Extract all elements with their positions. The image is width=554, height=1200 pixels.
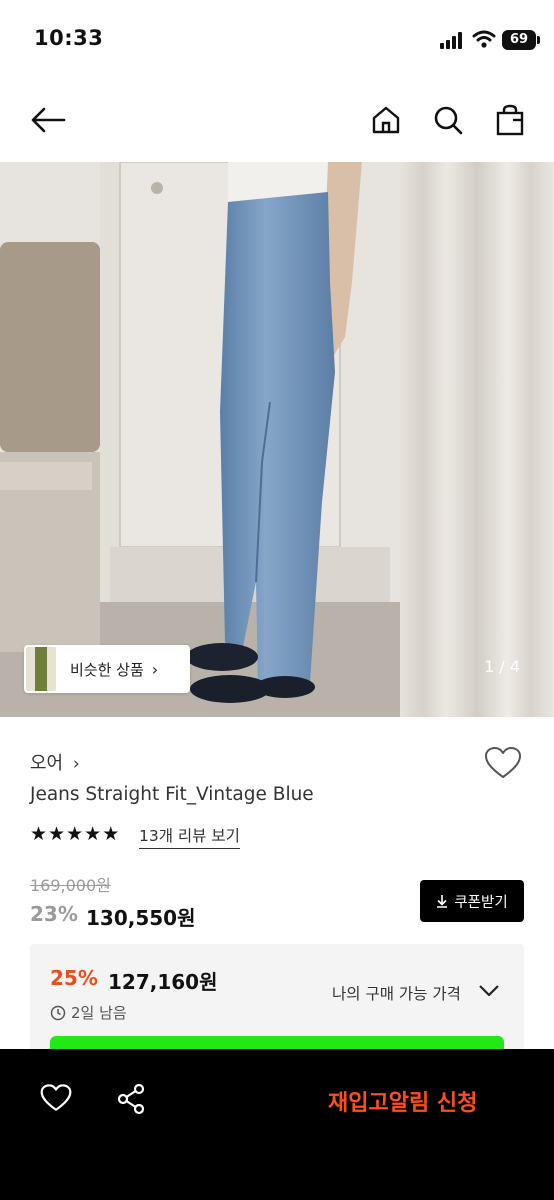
wifi-icon <box>472 30 496 48</box>
review-link[interactable]: 13개 리뷰 보기 <box>139 824 240 849</box>
download-icon <box>437 895 448 908</box>
star-icon: ★ <box>102 823 120 845</box>
discount-rate: 23% <box>30 902 78 926</box>
best-discount-rate: 25% <box>50 966 98 990</box>
bottom-action-bar: 재입고알림 신청 <box>0 1049 554 1200</box>
product-photo <box>0 162 554 717</box>
star-icon: ★ <box>66 823 84 845</box>
status-bar: 10:33 69 <box>0 0 554 80</box>
cart-button[interactable] <box>490 100 530 140</box>
status-time: 10:33 <box>34 26 104 50</box>
clock-icon <box>50 1005 66 1020</box>
product-name: Jeans Straight Fit_Vintage Blue <box>30 784 314 805</box>
time-left-label: 2일 남음 <box>71 1004 127 1022</box>
coupon-button[interactable]: 쿠폰받기 <box>420 880 524 922</box>
search-button[interactable] <box>428 100 468 140</box>
rating-stars: ★ ★ ★ ★ ★ <box>30 823 119 845</box>
battery-indicator: 69 <box>502 30 540 50</box>
chevron-right-icon: › <box>72 754 80 774</box>
brand-link[interactable]: 오어 › <box>30 749 80 775</box>
share-icon[interactable] <box>116 1083 148 1115</box>
star-icon: ★ <box>48 823 66 845</box>
top-nav <box>0 80 554 162</box>
back-button[interactable] <box>28 100 68 140</box>
coupon-button-label: 쿠폰받기 <box>454 894 508 911</box>
chevron-right-icon: › <box>151 659 159 679</box>
wishlist-heart-icon[interactable] <box>40 1083 72 1113</box>
sale-price: 130,550원 <box>86 906 196 930</box>
chevron-down-icon[interactable] <box>478 982 500 998</box>
signal-icon <box>440 31 464 49</box>
brand-name: 오어 <box>30 753 64 774</box>
product-detail-screen: 10:33 69 비슷한 상품 › 1 / 4 오어 › Jeans Strai… <box>0 0 554 1200</box>
back-arrow-icon <box>31 107 66 133</box>
best-price: 127,160원 <box>108 970 218 994</box>
image-counter: 1 / 4 <box>484 657 520 676</box>
my-best-price-panel[interactable]: 25% 127,160원 2일 남음 나의 구매 가능 가격 <box>30 944 524 1064</box>
home-icon <box>372 106 400 134</box>
time-left: 2일 남음 <box>50 1002 127 1023</box>
product-image[interactable]: 비슷한 상품 › 1 / 4 <box>0 162 554 717</box>
similar-products-button[interactable]: 비슷한 상품 › <box>24 645 190 693</box>
wishlist-heart-icon[interactable] <box>484 746 522 780</box>
similar-product-thumbnail <box>26 647 56 691</box>
star-icon: ★ <box>84 823 102 845</box>
my-price-toggle-label[interactable]: 나의 구매 가능 가격 <box>332 982 461 1004</box>
similar-products-label: 비슷한 상품 <box>70 660 144 679</box>
restock-alert-button[interactable]: 재입고알림 신청 <box>328 1085 477 1117</box>
star-icon: ★ <box>30 823 48 845</box>
search-icon <box>434 106 463 135</box>
original-price: 169,000원 <box>30 876 111 895</box>
home-button[interactable] <box>366 100 406 140</box>
shopping-bag-icon <box>496 104 524 136</box>
